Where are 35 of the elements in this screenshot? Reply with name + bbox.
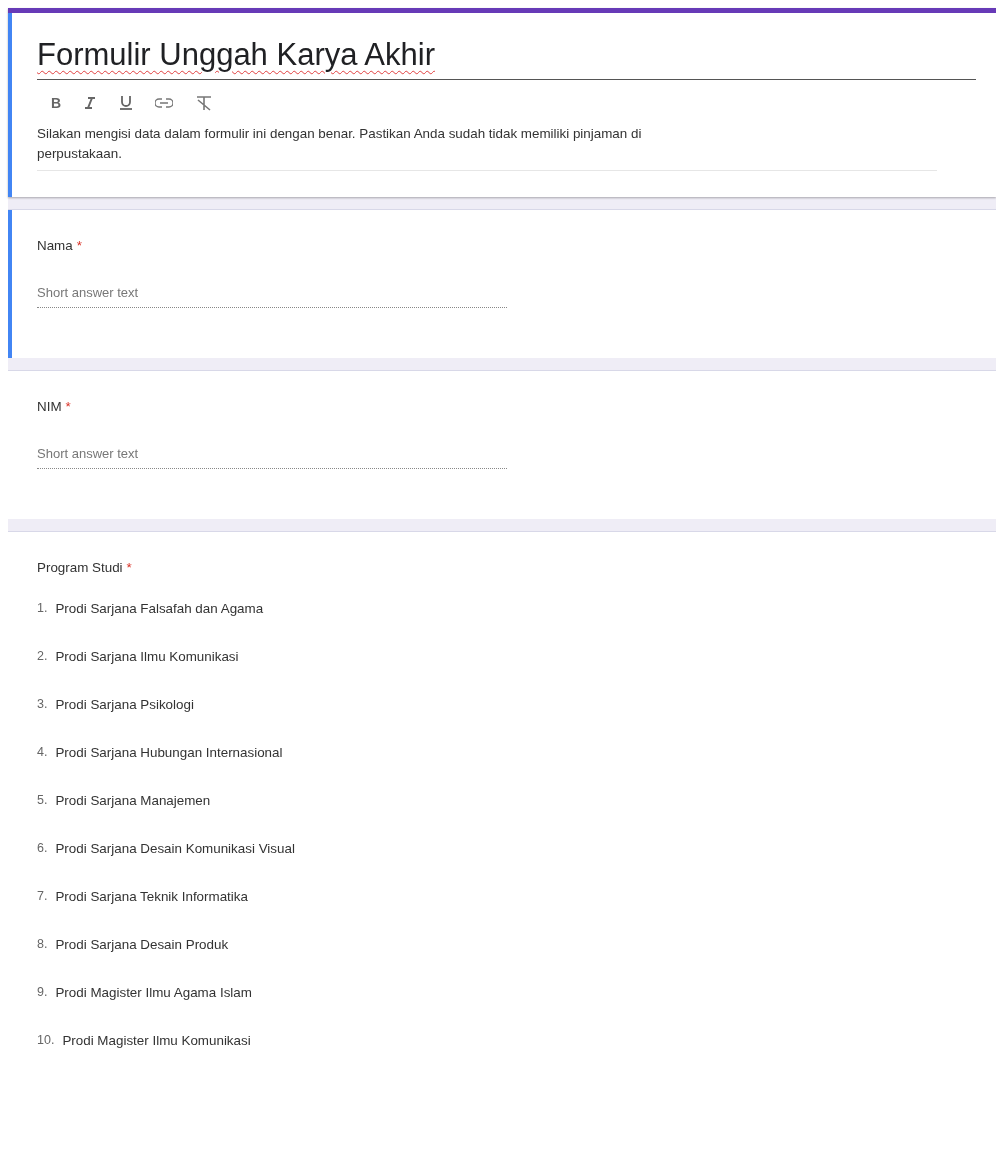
list-number: 2. (37, 648, 48, 665)
list-number: 6. (37, 840, 48, 857)
underline-icon[interactable] (119, 95, 134, 111)
question-title: Program Studi (37, 560, 123, 575)
form-description[interactable]: Silakan mengisi data dalam formulir ini dengan benar. Pastikan Anda sudah tidak memiliki pinjaman di perpustakaan. (37, 124, 677, 164)
option-label: Prodi Magister Ilmu Agama Islam (55, 984, 252, 1002)
short-answer-field[interactable]: Short answer text (37, 446, 507, 469)
list-number: 8. (37, 936, 48, 953)
italic-icon[interactable] (83, 96, 98, 110)
list-number: 3. (37, 696, 48, 713)
question-title: Nama (37, 238, 73, 253)
option-label: Prodi Sarjana Psikologi (55, 696, 194, 714)
list-number: 7. (37, 888, 48, 905)
option-label: Prodi Sarjana Desain Komunikasi Visual (55, 840, 295, 858)
option-label: Prodi Sarjana Falsafah dan Agama (55, 600, 264, 618)
form-title[interactable]: Formulir Unggah Karya Akhir (37, 35, 976, 80)
question-title: NIM (37, 399, 62, 414)
list-number: 10. (37, 1032, 55, 1049)
list-number: 4. (37, 744, 48, 761)
option-label: Prodi Sarjana Hubungan Internasional (55, 744, 283, 762)
option-label: Prodi Sarjana Desain Produk (55, 936, 229, 954)
required-asterisk: * (65, 399, 71, 414)
required-asterisk: * (126, 560, 132, 575)
clear-format-icon[interactable] (195, 95, 214, 111)
required-asterisk: * (76, 238, 82, 253)
option-label: Prodi Sarjana Ilmu Komunikasi (55, 648, 239, 666)
short-answer-field[interactable]: Short answer text (37, 285, 507, 308)
list-number: 1. (37, 600, 48, 617)
link-icon[interactable] (155, 98, 174, 108)
option-label: Prodi Sarjana Teknik Informatika (55, 888, 248, 906)
bold-button[interactable]: B (51, 95, 62, 111)
option-label: Prodi Sarjana Manajemen (55, 792, 211, 810)
option-label: Prodi Magister Ilmu Komunikasi (62, 1032, 251, 1050)
list-number: 5. (37, 792, 48, 809)
list-number: 9. (37, 984, 48, 1001)
